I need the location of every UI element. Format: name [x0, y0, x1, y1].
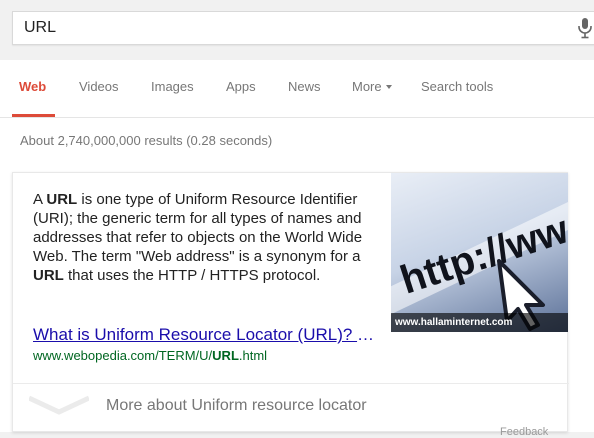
description-part: A	[33, 191, 47, 208]
source-url-part: .html	[238, 348, 268, 363]
tab-more-label: More	[352, 79, 382, 94]
card-divider	[13, 383, 569, 384]
description-keyword: URL	[46, 191, 78, 208]
active-tab-indicator	[12, 114, 55, 117]
search-header: URL	[0, 0, 594, 60]
results-area: About 2,740,000,000 results (0.28 second…	[0, 118, 594, 438]
image-url-text: http://ww	[395, 207, 568, 303]
tab-more[interactable]: More	[352, 79, 392, 94]
url-bar-illustration: http://ww	[391, 201, 568, 331]
microphone-icon[interactable]	[576, 17, 594, 39]
source-url-part: www.webopedia.com/TERM/U/	[33, 348, 213, 363]
more-about-link[interactable]: More about Uniform resource locator	[106, 397, 367, 415]
source-link[interactable]: What is Uniform Resource Locator (URL)? …	[33, 325, 378, 345]
search-input[interactable]: URL	[12, 11, 594, 45]
description-keyword: URL	[33, 267, 64, 284]
tab-search-tools[interactable]: Search tools	[421, 79, 493, 94]
chevron-down-icon[interactable]	[29, 394, 89, 416]
image-caption: www.hallaminternet.com	[391, 313, 568, 332]
tab-images[interactable]: Images	[151, 79, 194, 94]
tab-news[interactable]: News	[288, 79, 321, 94]
knowledge-description: A URL is one type of Uniform Resource Id…	[33, 190, 378, 285]
source-url: www.webopedia.com/TERM/U/URL.html	[33, 348, 267, 363]
source-url-keyword: URL	[212, 348, 239, 363]
knowledge-card: A URL is one type of Uniform Resource Id…	[12, 172, 569, 432]
knowledge-image[interactable]: http://ww www.hallaminternet.com	[391, 173, 568, 332]
description-part: is one type of Uniform Resource Identifi…	[33, 191, 363, 265]
result-stats: About 2,740,000,000 results (0.28 second…	[20, 133, 273, 148]
feedback-link[interactable]: Feedback	[500, 426, 548, 438]
caret-down-icon	[385, 84, 392, 89]
description-part: that uses the HTTP / HTTPS protocol.	[63, 267, 321, 284]
search-tabs: Web Videos Images Apps News More Search …	[0, 60, 594, 118]
tab-videos[interactable]: Videos	[79, 79, 119, 94]
search-query[interactable]: URL	[24, 19, 56, 37]
tab-web[interactable]: Web	[19, 79, 46, 94]
tab-apps[interactable]: Apps	[226, 79, 256, 94]
